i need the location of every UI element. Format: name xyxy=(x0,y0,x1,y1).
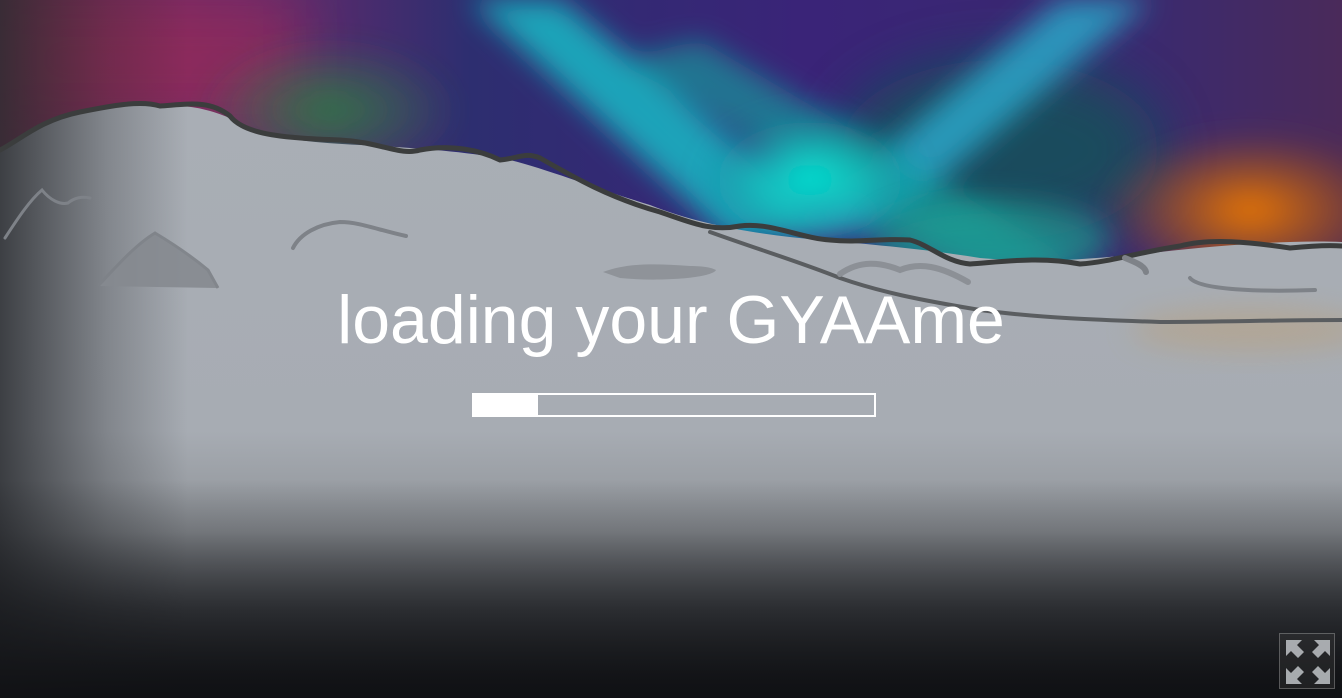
loading-progress-fill xyxy=(474,395,538,415)
fullscreen-button[interactable] xyxy=(1279,633,1335,689)
loading-title: loading your GYAAme xyxy=(337,282,1005,358)
game-loading-screen: loading your GYAAme xyxy=(0,0,1342,698)
loading-progress-bar xyxy=(472,393,876,417)
expand-arrows-icon xyxy=(1286,640,1330,684)
